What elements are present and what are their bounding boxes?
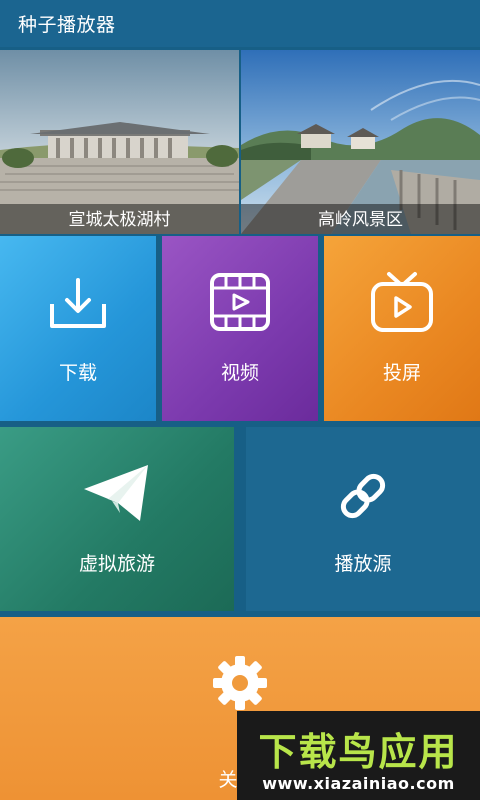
download-tile[interactable]: 下载 bbox=[0, 236, 156, 421]
banner-gaoling-scenic[interactable]: 高岭风景区 bbox=[241, 50, 480, 234]
video-tile[interactable]: 视频 bbox=[162, 236, 318, 421]
play-source-label: 播放源 bbox=[334, 553, 392, 575]
download-icon bbox=[50, 278, 106, 328]
app-title: 种子播放器 bbox=[18, 14, 116, 36]
watermark-url: www.xiazainiao.com bbox=[262, 774, 455, 793]
cast-label: 投屏 bbox=[382, 362, 421, 384]
tv-play-icon bbox=[371, 272, 433, 332]
paper-plane-icon bbox=[84, 465, 148, 521]
download-label: 下载 bbox=[58, 362, 97, 384]
film-icon bbox=[210, 273, 270, 331]
banner-caption: 宣城太极湖村 bbox=[68, 210, 171, 230]
cast-tile[interactable]: 投屏 bbox=[324, 236, 480, 421]
virtual-tour-label: 虚拟旅游 bbox=[78, 553, 155, 575]
link-icon bbox=[340, 473, 386, 519]
app-bar: 种子播放器 bbox=[0, 0, 480, 47]
play-source-tile[interactable]: 播放源 bbox=[246, 427, 480, 611]
video-label: 视频 bbox=[220, 362, 259, 384]
watermark-brand: 下载鸟应用 bbox=[258, 730, 459, 774]
banner-caption: 高岭风景区 bbox=[318, 210, 403, 230]
watermark-overlay: 下载鸟应用 www.xiazainiao.com bbox=[237, 711, 480, 800]
gear-icon bbox=[213, 656, 267, 710]
virtual-tour-tile[interactable]: 虚拟旅游 bbox=[0, 427, 234, 611]
banner-taiji-lake-village[interactable]: 宣城太极湖村 bbox=[0, 50, 239, 234]
